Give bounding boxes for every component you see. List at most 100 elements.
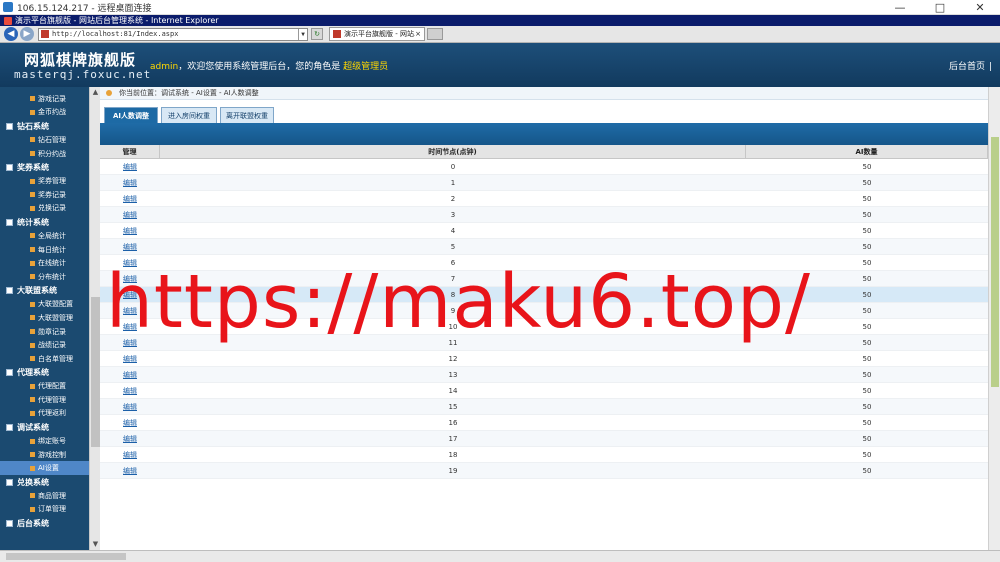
user-role: 超级管理员 [343, 62, 389, 72]
sidebar-label: AI设置 [38, 464, 59, 473]
sidebar-item[interactable]: 分布统计 [0, 270, 89, 284]
forward-arrow-icon[interactable]: ▶ [20, 27, 34, 41]
group-toggle-icon [6, 218, 13, 226]
sidebar-group[interactable]: 兑换系统 [0, 475, 89, 489]
menu-bullet-icon [30, 452, 35, 458]
horizontal-scrollbar[interactable] [0, 550, 1000, 562]
edit-link[interactable]: 编辑 [100, 207, 160, 222]
sidebar-label: 兑换系统 [17, 477, 49, 487]
refresh-icon[interactable]: ↻ [311, 28, 323, 40]
sidebar-item[interactable]: AI设置 [0, 461, 89, 476]
horizontal-scroll-thumb[interactable] [6, 553, 126, 560]
hour-cell: 0 [450, 163, 456, 171]
sidebar-item[interactable]: 代理返利 [0, 407, 89, 421]
scroll-up-icon[interactable]: ▲ [90, 87, 100, 98]
sidebar-group[interactable]: 代理系统 [0, 366, 89, 380]
sidebar-item[interactable]: 订单管理 [0, 503, 89, 517]
tab-close-icon[interactable]: × [415, 30, 421, 38]
sidebar-item[interactable]: 战绩记录 [0, 338, 89, 352]
back-arrow-icon[interactable]: ◀ [4, 27, 18, 41]
header-separator: | [988, 62, 992, 72]
header-hour: 时间节点(点钟) [160, 145, 746, 158]
browser-tab[interactable]: 演示平台旗舰版 - 网站... × [329, 27, 425, 41]
sidebar-item[interactable]: 在线统计 [0, 256, 89, 270]
sidebar-item[interactable]: 大联盟配置 [0, 298, 89, 312]
sidebar-item[interactable]: 奖券记录 [0, 188, 89, 202]
address-dropdown-icon[interactable]: ▼ [298, 28, 307, 40]
edit-link[interactable]: 编辑 [100, 399, 160, 414]
sidebar-item[interactable]: 全局统计 [0, 229, 89, 243]
ai-count-cell: 50 [862, 195, 872, 203]
sidebar-label: 订单管理 [38, 505, 66, 514]
tab-leave-union-weight[interactable]: 离开联盟权重 [220, 107, 274, 123]
sidebar-label: 后台系统 [17, 518, 49, 528]
tab-ai-count[interactable]: AI人数调整 [104, 107, 158, 123]
sidebar-group[interactable]: 调试系统 [0, 420, 89, 434]
sidebar-item[interactable]: 游戏控制 [0, 448, 89, 462]
window-controls: — □ ✕ [880, 0, 1000, 15]
sidebar-scrollbar[interactable]: ▲ ▼ [89, 87, 100, 550]
sidebar: 游戏记录 金币约战 钻石系统 钻石管理 积分约战 奖券系统 奖券管理 奖券记录 兑换记录 统计系统… [0, 87, 100, 550]
maximize-button[interactable]: □ [920, 0, 960, 15]
edit-link[interactable]: 编辑 [100, 463, 160, 478]
edit-link[interactable]: 编辑 [100, 367, 160, 382]
sidebar-item[interactable]: 大联盟管理 [0, 311, 89, 325]
menu-bullet-icon [30, 96, 35, 102]
sidebar-item[interactable]: 每日统计 [0, 243, 89, 257]
page-scrollbar[interactable] [988, 87, 1000, 550]
sidebar-group[interactable]: 统计系统 [0, 215, 89, 229]
close-button[interactable]: ✕ [960, 0, 1000, 15]
sidebar-label: 白名单管理 [38, 354, 73, 363]
menu-bullet-icon [30, 137, 35, 143]
sidebar-item[interactable]: 代理配置 [0, 380, 89, 394]
group-toggle-icon [6, 519, 13, 527]
edit-link[interactable]: 编辑 [100, 447, 160, 462]
sidebar-group[interactable]: 后台系统 [0, 516, 89, 530]
browser-tab-label[interactable]: 演示平台旗舰版 - 网站... [344, 29, 415, 39]
sidebar-label: 代理系统 [17, 368, 49, 377]
edit-link[interactable]: 编辑 [100, 351, 160, 366]
minimize-button[interactable]: — [880, 0, 920, 15]
table-row: 编辑 2 50 [100, 191, 988, 207]
sidebar-item[interactable]: 钻石管理 [0, 133, 89, 147]
toolbar-band [100, 123, 988, 145]
edit-link[interactable]: 编辑 [100, 223, 160, 238]
address-bar[interactable]: http://localhost:81/Index.aspx ▼ [38, 27, 308, 41]
sidebar-label: 在线统计 [38, 259, 66, 268]
sidebar-item[interactable]: 商品管理 [0, 489, 89, 503]
edit-link[interactable]: 编辑 [100, 191, 160, 206]
tab-enter-room-weight[interactable]: 进入房间权重 [161, 107, 217, 123]
sidebar-item[interactable]: 勋章记录 [0, 325, 89, 339]
sidebar-item[interactable]: 白名单管理 [0, 352, 89, 366]
sidebar-group[interactable]: 钻石系统 [0, 119, 89, 133]
hour-cell: 18 [448, 451, 458, 459]
edit-link[interactable]: 编辑 [100, 415, 160, 430]
edit-link[interactable]: 编辑 [100, 383, 160, 398]
table-row: 编辑 3 50 [100, 207, 988, 223]
sidebar-scroll-thumb[interactable] [91, 297, 100, 447]
sidebar-item[interactable]: 代理管理 [0, 393, 89, 407]
sidebar-group[interactable]: 奖券系统 [0, 160, 89, 174]
address-text[interactable]: http://localhost:81/Index.aspx [52, 30, 298, 38]
table-row: 编辑 14 50 [100, 383, 988, 399]
hour-cell: 19 [448, 467, 458, 475]
hour-cell: 2 [450, 195, 456, 203]
new-tab-button[interactable] [427, 28, 443, 40]
edit-link[interactable]: 编辑 [100, 159, 160, 174]
edit-link[interactable]: 编辑 [100, 175, 160, 190]
table-row: 编辑 18 50 [100, 447, 988, 463]
sidebar-group[interactable]: 大联盟系统 [0, 284, 89, 298]
sidebar-item[interactable]: 奖券管理 [0, 174, 89, 188]
scroll-down-icon[interactable]: ▼ [90, 539, 100, 550]
sidebar-item[interactable]: 积分约战 [0, 147, 89, 161]
menu-bullet-icon [30, 383, 35, 389]
hour-cell: 4 [450, 227, 456, 235]
home-link[interactable]: 后台首页 [949, 62, 985, 72]
sidebar-item[interactable]: 兑换记录 [0, 202, 89, 216]
page-scroll-thumb[interactable] [991, 137, 999, 387]
edit-link[interactable]: 编辑 [100, 431, 160, 446]
sidebar-item[interactable]: 绑定账号 [0, 434, 89, 448]
sidebar-label: 代理返利 [38, 409, 66, 418]
sidebar-item[interactable]: 游戏记录 [0, 92, 89, 106]
sidebar-item[interactable]: 金币约战 [0, 106, 89, 120]
